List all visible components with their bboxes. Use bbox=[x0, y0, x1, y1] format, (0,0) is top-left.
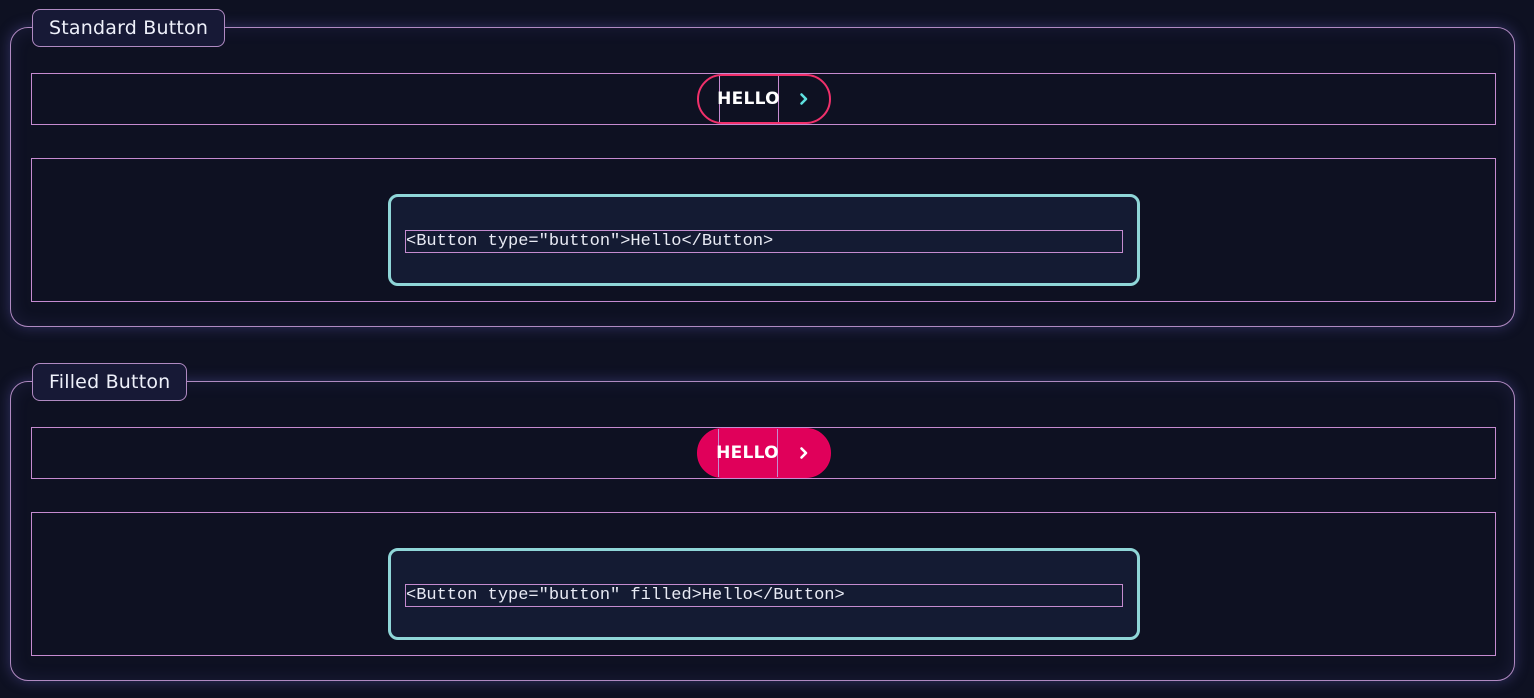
code-block: <Button type="button" filled>Hello</Butt… bbox=[388, 548, 1140, 640]
button-left-padding bbox=[699, 76, 719, 122]
chevron-right-icon bbox=[779, 76, 829, 122]
standard-button-section: Standard Button HELLO <Button type="butt… bbox=[10, 9, 1515, 327]
hello-button-label: HELLO bbox=[716, 429, 779, 477]
code-example-row: <Button type="button" filled>Hello</Butt… bbox=[31, 512, 1496, 656]
chevron-right-icon bbox=[778, 429, 830, 477]
hello-button-standard[interactable]: HELLO bbox=[696, 74, 831, 124]
hello-button-label: HELLO bbox=[717, 76, 780, 122]
code-example-row: <Button type="button">Hello</Button> bbox=[31, 158, 1496, 302]
button-left-padding bbox=[698, 429, 718, 477]
button-preview-row: HELLO bbox=[31, 427, 1496, 479]
section-legend: Filled Button bbox=[32, 363, 188, 401]
code-snippet[interactable]: <Button type="button">Hello</Button> bbox=[405, 230, 1123, 253]
section-legend: Standard Button bbox=[32, 9, 226, 47]
code-snippet[interactable]: <Button type="button" filled>Hello</Butt… bbox=[405, 584, 1123, 607]
hello-button-filled[interactable]: HELLO bbox=[696, 428, 831, 478]
code-block: <Button type="button">Hello</Button> bbox=[388, 194, 1140, 286]
filled-button-section: Filled Button HELLO <Button type="button… bbox=[10, 363, 1515, 681]
button-preview-row: HELLO bbox=[31, 73, 1496, 125]
